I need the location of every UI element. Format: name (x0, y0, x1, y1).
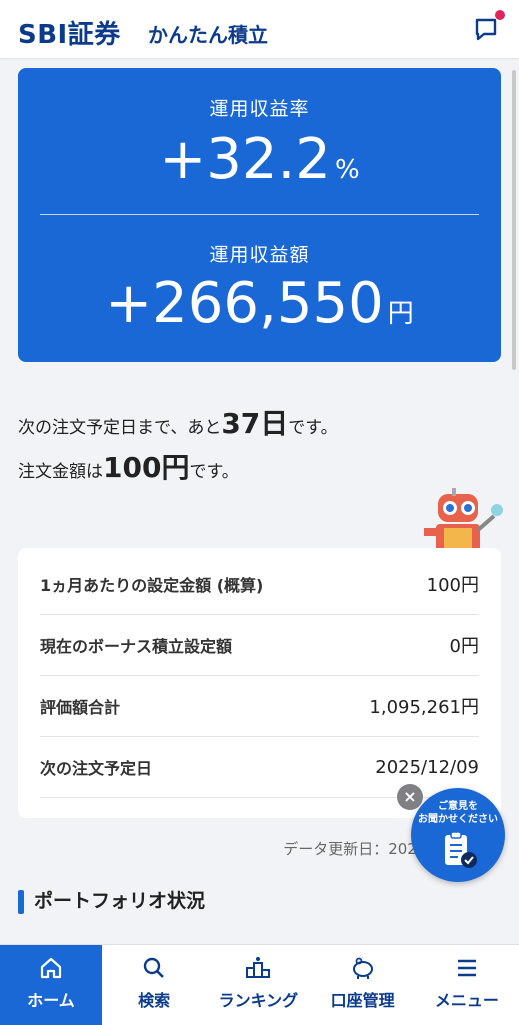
return-amount-unit: 円 (387, 299, 414, 329)
nav-label: ランキング (218, 991, 299, 1010)
order-amount-info: 注文金額は100円です。 (18, 446, 239, 486)
piggy-bank-icon (352, 957, 373, 979)
table-row: 1ヵ月あたりの設定金額 (概算) 100円 (40, 554, 479, 615)
section-title-text: ポートフォリオ状況 (34, 890, 206, 912)
app-name: かんたん積立 (148, 23, 268, 47)
settings-table: 1ヵ月あたりの設定金額 (概算) 100円 現在のボーナス積立設定額 0円 評価… (18, 548, 501, 818)
return-amount-value: +266,550 円 (18, 274, 501, 344)
search-icon (143, 957, 165, 978)
return-rate-label: 運用収益率 (209, 98, 310, 120)
return-amount-number: +266,550 (105, 271, 384, 336)
table-row: 現在のボーナス積立設定額 0円 (40, 615, 479, 676)
table-row: 評価額合計 1,095,261円 (40, 676, 479, 737)
ranking-icon (246, 957, 271, 978)
return-rate-number: +32.2 (159, 127, 331, 192)
nav-label: 検索 (138, 991, 171, 1010)
nav-ranking[interactable]: ランキング (206, 945, 310, 1025)
card-divider (40, 214, 479, 215)
performance-card: 運用収益率 +32.2% 運用収益額 +266,550 円 (18, 68, 501, 362)
nav-label: メニュー (434, 991, 499, 1010)
row-value: 1,095,261円 (369, 697, 479, 718)
info-text: 注文金額は (18, 462, 103, 482)
clipboard-check-icon (445, 831, 477, 868)
row-value: 100円 (426, 575, 479, 596)
info-text: です。 (189, 462, 239, 482)
app-header: SBI証券 かんたん積立 (0, 0, 519, 58)
row-value: 2025/12/09 (375, 756, 479, 778)
notification-dot (495, 10, 505, 20)
return-rate-value: +32.2% (18, 130, 501, 200)
nav-search[interactable]: 検索 (102, 945, 206, 1025)
row-label: 評価額合計 (40, 698, 121, 717)
bottom-navigation: ホーム 検索 ランキング 口座管理 メニュー (0, 944, 519, 1025)
robot-mascot-icon (424, 488, 503, 552)
row-label: 1ヵ月あたりの設定金額 (概算) (40, 576, 264, 595)
nav-label: ホーム (27, 991, 75, 1010)
nav-home[interactable]: ホーム (0, 945, 102, 1025)
next-order-info: 次の注文予定日まで、あと37日です。 (18, 402, 338, 442)
brand-logo: SBI証券 (18, 20, 121, 50)
section-marker (18, 889, 24, 914)
nav-label: 口座管理 (330, 991, 395, 1010)
feedback-label: ご意見を お聞かせください (417, 800, 499, 826)
feedback-close-button[interactable]: × (397, 784, 423, 810)
portfolio-section-title: ポートフォリオ状況 (18, 886, 205, 914)
nav-account[interactable]: 口座管理 (311, 945, 415, 1025)
info-text: 次の注文予定日まで、あと (18, 418, 222, 438)
scrollbar[interactable] (512, 70, 516, 370)
row-value: 0円 (449, 636, 479, 657)
return-rate-unit: % (334, 155, 360, 185)
return-amount-label: 運用収益額 (209, 244, 310, 266)
feedback-line: お聞かせください (418, 814, 498, 825)
nav-menu[interactable]: メニュー (415, 945, 519, 1025)
row-label: 現在のボーナス積立設定額 (40, 637, 233, 656)
feedback-button[interactable]: ご意見を お聞かせください × (397, 784, 505, 882)
info-text: です。 (288, 418, 338, 438)
feedback-line: ご意見を (438, 801, 478, 812)
menu-icon (457, 959, 476, 977)
row-label: 次の注文予定日 (40, 759, 153, 778)
order-amount: 100円 (103, 451, 190, 484)
days-remaining: 37日 (221, 407, 289, 440)
home-icon (40, 957, 62, 979)
